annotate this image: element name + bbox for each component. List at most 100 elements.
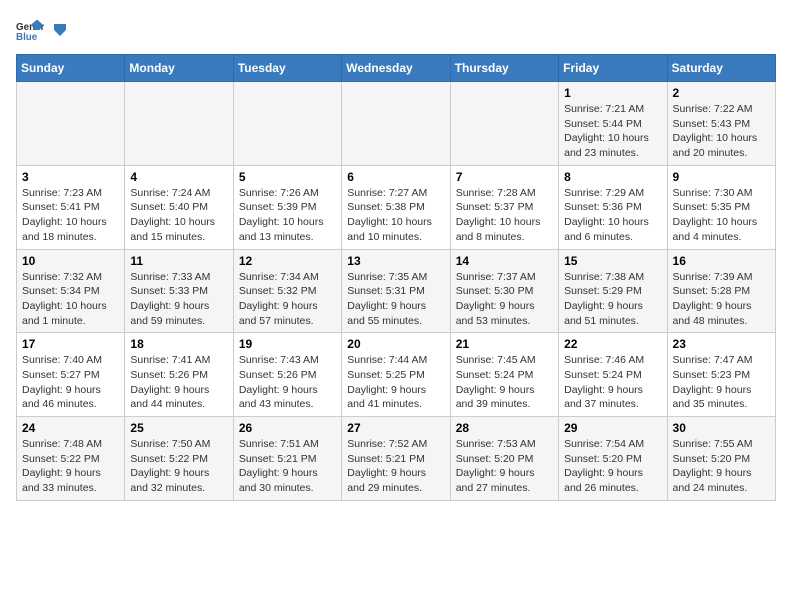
day-number: 20: [347, 337, 444, 351]
day-info: Sunrise: 7:35 AMSunset: 5:31 PMDaylight:…: [347, 270, 444, 329]
day-cell: 17 Sunrise: 7:40 AMSunset: 5:27 PMDayligh…: [17, 333, 125, 417]
day-cell: 20 Sunrise: 7:44 AMSunset: 5:25 PMDayligh…: [342, 333, 450, 417]
calendar-header: SundayMondayTuesdayWednesdayThursdayFrid…: [17, 55, 776, 82]
day-cell: 24 Sunrise: 7:48 AMSunset: 5:22 PMDayligh…: [17, 417, 125, 501]
day-info: Sunrise: 7:41 AMSunset: 5:26 PMDaylight:…: [130, 353, 227, 412]
day-cell: 3 Sunrise: 7:23 AMSunset: 5:41 PMDaylight…: [17, 165, 125, 249]
day-number: 30: [673, 421, 770, 435]
day-number: 1: [564, 86, 661, 100]
day-number: 26: [239, 421, 336, 435]
day-info: Sunrise: 7:48 AMSunset: 5:22 PMDaylight:…: [22, 437, 119, 496]
day-number: 12: [239, 254, 336, 268]
week-row-4: 17 Sunrise: 7:40 AMSunset: 5:27 PMDayligh…: [17, 333, 776, 417]
day-number: 28: [456, 421, 553, 435]
day-number: 9: [673, 170, 770, 184]
day-cell: 11 Sunrise: 7:33 AMSunset: 5:33 PMDayligh…: [125, 249, 233, 333]
col-header-sunday: Sunday: [17, 55, 125, 82]
day-info: Sunrise: 7:29 AMSunset: 5:36 PMDaylight:…: [564, 186, 661, 245]
day-cell: 8Sunrise: 7:29 AMSunset: 5:36 PMDaylight…: [559, 165, 667, 249]
day-number: 23: [673, 337, 770, 351]
day-info: Sunrise: 7:27 AMSunset: 5:38 PMDaylight:…: [347, 186, 444, 245]
week-row-3: 10Sunrise: 7:32 AMSunset: 5:34 PMDayligh…: [17, 249, 776, 333]
day-number: 10: [22, 254, 119, 268]
calendar-table: SundayMondayTuesdayWednesdayThursdayFrid…: [16, 54, 776, 501]
day-number: 22: [564, 337, 661, 351]
day-info: Sunrise: 7:53 AMSunset: 5:20 PMDaylight:…: [456, 437, 553, 496]
day-cell: 25Sunrise: 7:50 AMSunset: 5:22 PMDayligh…: [125, 417, 233, 501]
day-cell: 23 Sunrise: 7:47 AMSunset: 5:23 PMDayligh…: [667, 333, 775, 417]
day-number: 24: [22, 421, 119, 435]
day-number: 6: [347, 170, 444, 184]
day-number: 16: [673, 254, 770, 268]
day-info: Sunrise: 7:51 AMSunset: 5:21 PMDaylight:…: [239, 437, 336, 496]
day-cell: [233, 82, 341, 166]
col-header-monday: Monday: [125, 55, 233, 82]
day-info: Sunrise: 7:44 AMSunset: 5:25 PMDaylight:…: [347, 353, 444, 412]
day-info: Sunrise: 7:45 AMSunset: 5:24 PMDaylight:…: [456, 353, 553, 412]
col-header-wednesday: Wednesday: [342, 55, 450, 82]
day-cell: [125, 82, 233, 166]
day-info: Sunrise: 7:55 AMSunset: 5:20 PMDaylight:…: [673, 437, 770, 496]
day-number: 27: [347, 421, 444, 435]
logo: General Blue: [16, 16, 70, 44]
day-info: Sunrise: 7:28 AMSunset: 5:37 PMDaylight:…: [456, 186, 553, 245]
day-number: 25: [130, 421, 227, 435]
day-cell: 28 Sunrise: 7:53 AMSunset: 5:20 PMDayligh…: [450, 417, 558, 501]
day-cell: [342, 82, 450, 166]
day-number: 7: [456, 170, 553, 184]
day-cell: 14 Sunrise: 7:37 AMSunset: 5:30 PMDayligh…: [450, 249, 558, 333]
day-cell: 1Sunrise: 7:21 AMSunset: 5:44 PMDaylight…: [559, 82, 667, 166]
week-row-1: 1Sunrise: 7:21 AMSunset: 5:44 PMDaylight…: [17, 82, 776, 166]
day-info: Sunrise: 7:38 AMSunset: 5:29 PMDaylight:…: [564, 270, 661, 329]
day-info: Sunrise: 7:37 AMSunset: 5:30 PMDaylight:…: [456, 270, 553, 329]
header: General Blue: [16, 16, 776, 44]
day-cell: 16 Sunrise: 7:39 AMSunset: 5:28 PMDayligh…: [667, 249, 775, 333]
day-number: 15: [564, 254, 661, 268]
day-cell: 30 Sunrise: 7:55 AMSunset: 5:20 PMDayligh…: [667, 417, 775, 501]
day-number: 17: [22, 337, 119, 351]
day-info: Sunrise: 7:40 AMSunset: 5:27 PMDaylight:…: [22, 353, 119, 412]
day-number: 11: [130, 254, 227, 268]
day-number: 14: [456, 254, 553, 268]
day-info: Sunrise: 7:34 AMSunset: 5:32 PMDaylight:…: [239, 270, 336, 329]
day-number: 21: [456, 337, 553, 351]
day-cell: 21 Sunrise: 7:45 AMSunset: 5:24 PMDayligh…: [450, 333, 558, 417]
day-cell: 10Sunrise: 7:32 AMSunset: 5:34 PMDayligh…: [17, 249, 125, 333]
day-number: 29: [564, 421, 661, 435]
col-header-tuesday: Tuesday: [233, 55, 341, 82]
day-number: 13: [347, 254, 444, 268]
day-cell: 5 Sunrise: 7:26 AMSunset: 5:39 PMDaylight…: [233, 165, 341, 249]
day-info: Sunrise: 7:23 AMSunset: 5:41 PMDaylight:…: [22, 186, 119, 245]
day-cell: 13 Sunrise: 7:35 AMSunset: 5:31 PMDayligh…: [342, 249, 450, 333]
day-cell: 27Sunrise: 7:52 AMSunset: 5:21 PMDayligh…: [342, 417, 450, 501]
week-row-5: 24 Sunrise: 7:48 AMSunset: 5:22 PMDayligh…: [17, 417, 776, 501]
day-cell: 26 Sunrise: 7:51 AMSunset: 5:21 PMDayligh…: [233, 417, 341, 501]
day-cell: 29 Sunrise: 7:54 AMSunset: 5:20 PMDayligh…: [559, 417, 667, 501]
day-number: 19: [239, 337, 336, 351]
day-info: Sunrise: 7:46 AMSunset: 5:24 PMDaylight:…: [564, 353, 661, 412]
day-info: Sunrise: 7:26 AMSunset: 5:39 PMDaylight:…: [239, 186, 336, 245]
day-info: Sunrise: 7:39 AMSunset: 5:28 PMDaylight:…: [673, 270, 770, 329]
day-cell: 7 Sunrise: 7:28 AMSunset: 5:37 PMDaylight…: [450, 165, 558, 249]
day-cell: 12 Sunrise: 7:34 AMSunset: 5:32 PMDayligh…: [233, 249, 341, 333]
day-cell: 6 Sunrise: 7:27 AMSunset: 5:38 PMDaylight…: [342, 165, 450, 249]
col-header-thursday: Thursday: [450, 55, 558, 82]
day-cell: 19 Sunrise: 7:43 AMSunset: 5:26 PMDayligh…: [233, 333, 341, 417]
day-info: Sunrise: 7:54 AMSunset: 5:20 PMDaylight:…: [564, 437, 661, 496]
day-cell: 2Sunrise: 7:22 AMSunset: 5:43 PMDaylight…: [667, 82, 775, 166]
day-cell: 22 Sunrise: 7:46 AMSunset: 5:24 PMDayligh…: [559, 333, 667, 417]
day-info: Sunrise: 7:33 AMSunset: 5:33 PMDaylight:…: [130, 270, 227, 329]
day-number: 3: [22, 170, 119, 184]
col-header-saturday: Saturday: [667, 55, 775, 82]
day-cell: 9 Sunrise: 7:30 AMSunset: 5:35 PMDaylight…: [667, 165, 775, 249]
day-number: 5: [239, 170, 336, 184]
col-header-friday: Friday: [559, 55, 667, 82]
week-row-2: 3 Sunrise: 7:23 AMSunset: 5:41 PMDaylight…: [17, 165, 776, 249]
day-info: Sunrise: 7:43 AMSunset: 5:26 PMDaylight:…: [239, 353, 336, 412]
day-info: Sunrise: 7:30 AMSunset: 5:35 PMDaylight:…: [673, 186, 770, 245]
day-info: Sunrise: 7:24 AMSunset: 5:40 PMDaylight:…: [130, 186, 227, 245]
day-info: Sunrise: 7:22 AMSunset: 5:43 PMDaylight:…: [673, 102, 770, 161]
day-info: Sunrise: 7:47 AMSunset: 5:23 PMDaylight:…: [673, 353, 770, 412]
logo-icon: General Blue: [16, 16, 44, 44]
day-number: 4: [130, 170, 227, 184]
